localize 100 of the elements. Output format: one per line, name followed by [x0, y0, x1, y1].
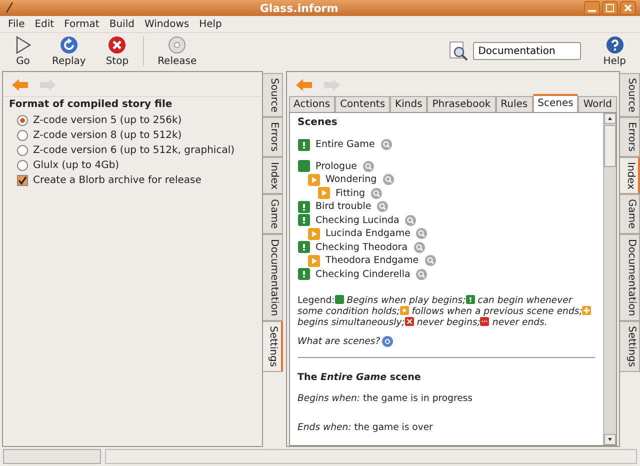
maximize-icon[interactable]: [602, 1, 618, 15]
scene-type-icon: [298, 138, 310, 151]
magnifier-icon[interactable]: [424, 255, 436, 266]
option-label[interactable]: Z-code version 6 (up to 512k, graphical): [33, 145, 234, 156]
help-link[interactable]: What are scenes?: [298, 336, 380, 347]
side-tab[interactable]: Index: [620, 156, 640, 194]
scene-type-icon: [298, 200, 310, 213]
scene-type-icon: [466, 295, 475, 304]
toolbar-button[interactable]: Release: [150, 34, 205, 68]
scroll-thumb[interactable]: [604, 125, 616, 167]
magnifier-icon[interactable]: [416, 268, 428, 280]
magnifier-icon[interactable]: [362, 160, 374, 172]
menu-item[interactable]: Windows: [140, 18, 194, 30]
stop-icon: [108, 36, 126, 54]
magnifier-icon[interactable]: [382, 174, 394, 186]
side-tab[interactable]: Game: [620, 194, 640, 234]
scene-type-icon: [582, 306, 592, 315]
scene-type-icon: [308, 254, 320, 267]
scene-link[interactable]: Prologue: [316, 160, 357, 172]
magnifier-icon[interactable]: [414, 242, 425, 253]
scene-link[interactable]: Checking Cinderella: [316, 268, 410, 280]
toolbar-button[interactable]: Replay: [44, 34, 94, 68]
scene-link[interactable]: Entire Game: [316, 139, 375, 150]
menu-item[interactable]: Edit: [30, 18, 58, 30]
magnifier-icon[interactable]: [371, 188, 382, 199]
side-tab[interactable]: Source: [262, 73, 283, 118]
disc-icon: [168, 36, 186, 54]
side-tab[interactable]: Game: [262, 194, 283, 234]
page-tab[interactable]: Phrasebook: [427, 96, 496, 112]
page-tab[interactable]: Actions: [288, 96, 336, 112]
magnifier-icon[interactable]: [380, 139, 392, 150]
scene-link[interactable]: Checking Lucinda: [316, 214, 400, 226]
scene-link[interactable]: Bird trouble: [316, 201, 372, 212]
radio-button[interactable]: [17, 160, 28, 171]
scene-link[interactable]: Checking Theodora: [316, 242, 408, 253]
magnifier-icon[interactable]: [377, 201, 388, 212]
side-tab[interactable]: Source: [620, 73, 640, 118]
minimize-icon[interactable]: [584, 1, 600, 15]
section-heading: Format of compiled story file: [9, 99, 174, 110]
quill-icon: [4, 2, 14, 14]
help-icon: [606, 36, 624, 54]
window-title: Glass.inform: [258, 2, 340, 14]
search-field[interactable]: Documentation: [473, 42, 582, 60]
scene-type-icon: [334, 295, 344, 304]
side-tab[interactable]: Settings: [620, 321, 640, 372]
radio-button[interactable]: [17, 145, 28, 156]
page-tab[interactable]: Contents: [335, 96, 390, 112]
scene-type-icon: [318, 187, 330, 200]
close-icon[interactable]: [620, 1, 636, 15]
page-tab[interactable]: Kinds: [390, 96, 428, 112]
page-tab[interactable]: Rules: [496, 96, 533, 112]
scroll-up-icon[interactable]: [604, 113, 616, 124]
refresh-icon: [60, 36, 78, 54]
menu-item[interactable]: Help: [195, 18, 226, 30]
toolbar-button[interactable]: Go: [6, 34, 40, 68]
magnifier-icon[interactable]: [405, 214, 416, 226]
scene-title: The Entire Game scene: [298, 372, 422, 383]
scene-link[interactable]: Wondering: [326, 174, 377, 186]
menu-item[interactable]: Format: [60, 18, 104, 30]
side-tab[interactable]: Index: [262, 156, 283, 194]
back-arrow-icon[interactable]: [294, 78, 313, 92]
menu-item[interactable]: Build: [105, 18, 138, 30]
side-tab[interactable]: Settings: [262, 321, 283, 372]
scene-type-icon: [400, 306, 409, 315]
side-tab[interactable]: Errors: [262, 117, 283, 157]
checkbox[interactable]: [17, 175, 28, 186]
scene-type-icon: [298, 268, 310, 280]
scene-link[interactable]: Theodora Endgame: [326, 255, 419, 266]
option-label[interactable]: Create a Blorb archive for release: [33, 175, 202, 186]
side-tab[interactable]: Errors: [620, 117, 640, 157]
search-icon: [449, 41, 470, 61]
option-label[interactable]: Glulx (up to 4Gb): [33, 160, 120, 171]
scene-link[interactable]: Fitting: [336, 188, 366, 199]
scene-link[interactable]: Lucinda Endgame: [326, 228, 410, 240]
back-arrow-icon[interactable]: [11, 78, 29, 92]
radio-button[interactable]: [17, 130, 28, 141]
help-button[interactable]: Help: [595, 34, 634, 68]
scrollbar[interactable]: [603, 113, 616, 445]
info-icon[interactable]: [382, 336, 394, 347]
scroll-down-icon[interactable]: [604, 434, 616, 445]
scene-type-icon: [298, 241, 310, 254]
scene-type-icon: [298, 214, 310, 226]
option-label[interactable]: Z-code version 5 (up to 256k): [33, 115, 182, 126]
menu-item[interactable]: File: [4, 18, 29, 30]
play-icon: [14, 36, 32, 54]
side-tab[interactable]: Documentation: [620, 234, 640, 322]
toolbar-button[interactable]: Stop: [98, 34, 137, 68]
legend-text: Legend: Begins when play begins; can begin whenever some condition holds; follows when a previous scene ends; begins simultaneously; never begins; never ends.: [298, 295, 595, 328]
side-tab[interactable]: Documentation: [262, 234, 283, 322]
page-tab[interactable]: Scenes: [532, 94, 578, 112]
magnifier-icon[interactable]: [416, 228, 428, 240]
scene-type-icon: [308, 174, 320, 186]
page-tab[interactable]: World: [578, 96, 617, 112]
scene-type-icon: [308, 228, 320, 240]
definition-text: Begins when: the game is in progress: [298, 393, 474, 404]
radio-button[interactable]: [17, 115, 28, 126]
scene-type-icon: [480, 317, 490, 326]
option-label[interactable]: Z-code version 8 (up to 512k): [33, 130, 182, 141]
page-heading: Scenes: [298, 117, 338, 128]
scene-type-icon: [404, 317, 414, 326]
